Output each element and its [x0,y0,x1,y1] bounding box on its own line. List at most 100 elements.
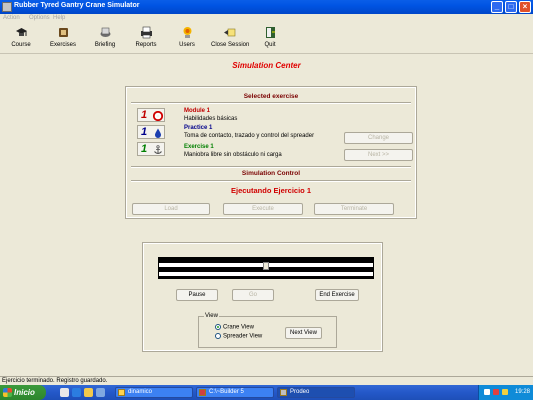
toolbar-course[interactable]: Course [11,26,31,52]
tray-security-icon[interactable] [493,389,499,395]
task-prodeo[interactable]: Prodeo [277,387,355,398]
practice-description: Toma de contacto, trazado y control del … [184,133,315,139]
selected-exercise-panel: Selected exercise 1 Module 1 Habilidades… [125,86,417,219]
toolbar-label: Reports [135,42,157,48]
close-button[interactable]: × [519,1,531,13]
menu-action[interactable]: Action [3,15,20,21]
progress-groove-lower [159,272,373,276]
tray-network-icon[interactable] [484,389,490,395]
window-title: Rubber Tyred Gantry Crane Simulator [14,2,140,9]
app-icon [2,2,12,12]
toolbar-label: Briefing [94,42,116,48]
briefing-icon [100,27,111,37]
drop-icon [155,128,161,138]
practice-number: 1 [141,126,148,138]
windows-flag-icon [3,388,12,397]
next-button[interactable]: Next >> [344,149,413,161]
exercise-description: Maniobra libre sin obstáculo ni carga [184,152,282,158]
page-title: Simulation Center [232,61,301,70]
desktop-icon[interactable] [60,388,69,397]
system-tray: 19:28 [478,385,533,400]
task-builder[interactable]: C:\~Builder 5 [196,387,274,398]
app-icon [280,389,287,396]
execute-button[interactable]: Execute [223,203,303,215]
lifebuoy-icon [153,111,163,121]
radio-dot [215,333,221,339]
progress-slider-thumb[interactable] [263,262,269,270]
view-group: View Crane View Spreader View Next View [198,313,337,348]
folder-icon [118,389,125,396]
folder-icon[interactable] [84,388,93,397]
playback-panel: Pause Go End Exercise View Crane View Sp… [142,242,383,352]
users-icon [183,27,192,38]
start-label: Inicio [14,388,35,397]
module-number: 1 [141,109,148,121]
menu-options[interactable]: Options [29,15,50,21]
radio-dot [215,324,221,330]
practice-heading: Practice 1 [184,125,213,131]
task-label: Prodeo [290,389,310,395]
task-dinamico[interactable]: dinamico [115,387,193,398]
reports-icon [141,26,152,39]
selected-exercise-title: Selected exercise [243,93,299,100]
crane-view-radio[interactable]: Crane View [215,324,254,331]
tray-volume-icon[interactable] [502,389,508,395]
toolbar-label: Course [11,42,31,48]
view-legend: View [204,313,219,319]
spreader-view-label: Spreader View [223,333,263,340]
toolbar-users[interactable]: Users [179,26,195,52]
exercise-number: 1 [141,143,148,155]
close-session-icon [224,28,236,37]
status-text: Ejercicio terminado. Registro guardado. [2,378,108,384]
anchor-icon [154,145,162,154]
divider [131,102,411,104]
spreader-view-radio[interactable]: Spreader View [215,333,262,340]
change-button[interactable]: Change [344,132,413,144]
next-view-button[interactable]: Next View [285,327,322,339]
toolbar-quit[interactable]: Quit [262,26,278,52]
load-button[interactable]: Load [132,203,210,215]
toolbar-label: Quit [264,42,276,48]
practice-icon-button[interactable]: 1 [137,125,165,139]
maximize-button[interactable]: □ [505,1,517,13]
module-heading: Module 1 [184,108,211,114]
exercise-heading: Exercise 1 [184,144,214,150]
title-bar: Rubber Tyred Gantry Crane Simulator _ □ … [0,0,533,14]
menu-bar: Action Options Help [0,14,533,23]
task-label: dinamico [128,389,153,395]
crane-view-label: Crane View [223,324,254,331]
toolbar-label: Exercises [49,42,76,48]
toolbar-label: Close Session [211,42,250,48]
end-exercise-button[interactable]: End Exercise [315,289,359,301]
divider [131,180,411,182]
toolbar-exercises[interactable]: Exercises [50,26,76,52]
builder-icon [199,389,206,396]
exercise-icon-button[interactable]: 1 [137,142,165,156]
course-icon [16,28,27,36]
explorer-icon[interactable] [96,388,105,397]
quit-icon [266,27,275,38]
toolbar-label: Users [179,42,195,48]
progress-track [158,257,374,279]
status-bar: Ejercicio terminado. Registro guardado. [0,376,533,385]
taskbar: Inicio dinamico C:\~Builder 5 Prodeo 19:… [0,385,533,400]
menu-help[interactable]: Help [53,15,65,21]
browser-icon[interactable] [72,388,81,397]
simulation-control-title: Simulation Control [241,170,301,177]
clock: 19:28 [514,389,530,395]
terminate-button[interactable]: Terminate [314,203,394,215]
divider [131,166,411,168]
start-button[interactable]: Inicio [0,385,46,400]
simulation-status: Ejecutando Ejercicio 1 [230,186,312,195]
task-label: C:\~Builder 5 [209,389,244,395]
toolbar-briefing[interactable]: Briefing [95,26,115,52]
exercises-icon [59,28,68,37]
pause-button[interactable]: Pause [176,289,218,301]
module-icon-button[interactable]: 1 [137,108,165,122]
toolbar-close-session[interactable]: Close Session [211,26,249,52]
go-button[interactable]: Go [232,289,274,301]
module-description: Habilidades básicas [184,116,238,122]
minimize-button[interactable]: _ [491,1,503,13]
toolbar: Course Exercises Briefing Reports Users … [0,24,533,54]
toolbar-reports[interactable]: Reports [135,26,157,52]
